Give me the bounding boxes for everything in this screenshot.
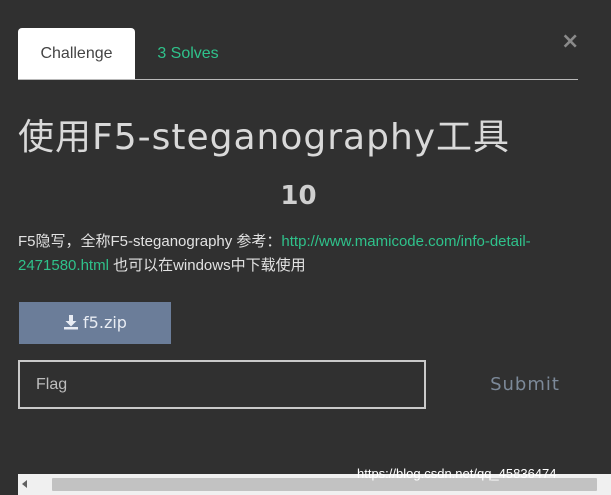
watermark: https://blog.csdn.net/qq_45836474 bbox=[357, 466, 557, 481]
flag-input[interactable] bbox=[18, 360, 426, 409]
challenge-modal: × Challenge 3 Solves 使用F5-steganography工… bbox=[0, 0, 611, 495]
tab-bar: Challenge 3 Solves bbox=[18, 28, 578, 80]
scroll-left-arrow-icon[interactable] bbox=[22, 480, 27, 488]
description-text-after: 也可以在windows中下载使用 bbox=[108, 257, 306, 274]
tab-challenge[interactable]: Challenge bbox=[18, 28, 135, 79]
download-icon bbox=[63, 304, 79, 330]
description-text: F5隐写，全称F5-steganography 参考： bbox=[18, 233, 282, 250]
submit-button[interactable]: Submit bbox=[470, 362, 580, 407]
challenge-title: 使用F5-steganography工具 bbox=[18, 117, 511, 158]
tab-solves[interactable]: 3 Solves bbox=[147, 28, 229, 79]
challenge-description: F5隐写，全称F5-steganography 参考：http://www.ma… bbox=[18, 230, 578, 278]
download-file-button[interactable]: f5.zip bbox=[19, 302, 171, 344]
file-name: f5.zip bbox=[83, 313, 127, 332]
challenge-points: 10 bbox=[280, 181, 317, 211]
